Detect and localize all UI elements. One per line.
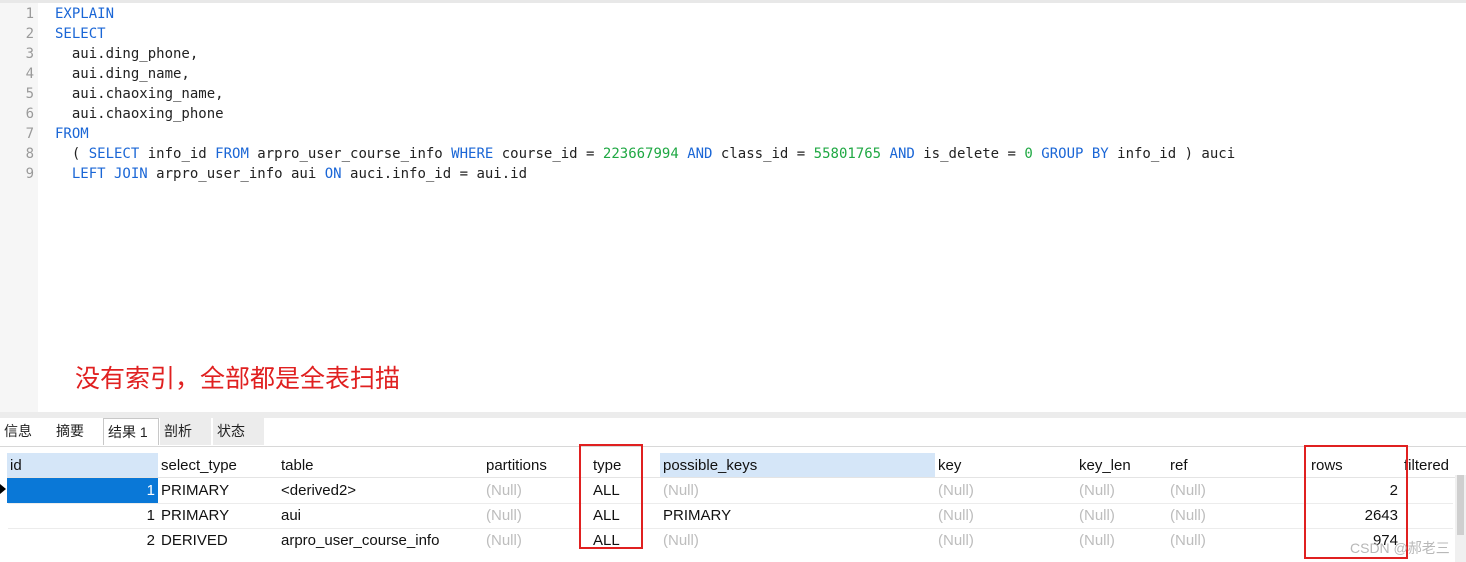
cell-key[interactable]: (Null) <box>935 528 1076 553</box>
result-tab-bar: 信息 摘要 结果 1 剖析 状态 <box>0 418 1466 447</box>
tab-info[interactable]: 信息 <box>0 418 50 445</box>
cell-id[interactable]: 1 <box>7 503 158 528</box>
tab-result-1[interactable]: 结果 1 <box>103 418 159 445</box>
code-line-8: ( SELECT info_id FROM arpro_user_course_… <box>55 144 1235 164</box>
code-line-2: SELECT <box>55 26 106 42</box>
code-line-6: aui.chaoxing_phone <box>55 106 224 122</box>
current-row-indicator-icon <box>0 484 6 494</box>
column-header-select-type[interactable]: select_type <box>158 453 278 478</box>
code-line-4: aui.ding_name, <box>55 66 190 82</box>
cell-key[interactable]: (Null) <box>935 503 1076 528</box>
code-line-7: FROM <box>55 126 89 142</box>
code-line-3: aui.ding_phone, <box>55 46 199 62</box>
code-text: info_id <box>139 146 216 162</box>
number-literal: 55801765 <box>813 146 882 162</box>
cell-key-len[interactable]: (Null) <box>1076 478 1167 503</box>
column-header-possible-keys[interactable]: possible_keys <box>660 453 935 478</box>
line-number: 4 <box>25 66 34 82</box>
column-header-table[interactable]: table <box>278 453 483 478</box>
cell-table[interactable]: <derived2> <box>278 478 483 503</box>
line-number: 6 <box>25 106 34 122</box>
keyword-and: AND <box>687 146 713 162</box>
column-header-id[interactable]: id <box>7 453 158 478</box>
watermark: CSDN @郝老三 <box>1350 540 1450 556</box>
column-header-key[interactable]: key <box>935 453 1076 478</box>
line-number: 7 <box>25 126 34 142</box>
cell-partitions[interactable]: (Null) <box>483 528 590 553</box>
column-header-partitions[interactable]: partitions <box>483 453 590 478</box>
cell-partitions[interactable]: (Null) <box>483 503 590 528</box>
code-line-9: LEFT JOIN arpro_user_info aui ON auci.in… <box>55 164 527 184</box>
cell-ref[interactable]: (Null) <box>1167 528 1308 553</box>
red-annotation: 没有索引，全部都是全表扫描 <box>75 364 401 393</box>
cell-partitions[interactable]: (Null) <box>483 478 590 503</box>
cell-key-len[interactable]: (Null) <box>1076 503 1167 528</box>
code-text: auci.info_id = aui.id <box>341 166 528 182</box>
keyword-group-by: GROUP BY <box>1041 146 1109 162</box>
line-number: 5 <box>25 86 34 102</box>
line-number: 2 <box>25 26 34 42</box>
cell-possible-keys[interactable]: (Null) <box>660 478 935 503</box>
cell-key[interactable]: (Null) <box>935 478 1076 503</box>
scrollbar-thumb[interactable] <box>1457 475 1464 535</box>
line-number: 9 <box>25 166 34 182</box>
keyword-select: SELECT <box>88 146 140 162</box>
line-number: 3 <box>25 46 34 62</box>
line-number: 8 <box>25 146 34 162</box>
cell-possible-keys[interactable]: (Null) <box>660 528 935 553</box>
code-text: ( <box>55 146 89 162</box>
keyword-and: AND <box>889 146 915 162</box>
sql-editor[interactable]: 1 2 3 4 5 6 7 8 9 EXPLAIN SELECT aui.din… <box>0 3 1466 412</box>
tab-summary[interactable]: 摘要 <box>52 418 102 445</box>
number-literal: 223667994 <box>602 146 679 162</box>
tab-profile[interactable]: 剖析 <box>160 418 211 445</box>
cell-id[interactable]: 2 <box>7 528 158 553</box>
keyword-on: ON <box>324 166 342 182</box>
code-text: class_id = <box>712 146 814 162</box>
number-literal: 0 <box>1024 146 1033 162</box>
cell-possible-keys[interactable]: PRIMARY <box>660 503 935 528</box>
code-line-1: EXPLAIN <box>55 6 115 22</box>
keyword-where: WHERE <box>451 146 494 162</box>
keyword-from: FROM <box>215 146 249 162</box>
code-text: arpro_user_info aui <box>147 166 325 182</box>
code-text: course_id = <box>493 146 603 162</box>
column-header-ref[interactable]: ref <box>1167 453 1308 478</box>
cell-ref[interactable]: (Null) <box>1167 478 1308 503</box>
keyword-left-join: LEFT JOIN <box>71 166 148 182</box>
result-grid: id select_type table partitions type pos… <box>0 447 1466 562</box>
cell-ref[interactable]: (Null) <box>1167 503 1308 528</box>
column-header-filtered[interactable]: filtered <box>1401 453 1455 478</box>
code-text: info_id ) auci <box>1108 146 1236 162</box>
line-number-gutter: 1 2 3 4 5 6 7 8 9 <box>0 3 38 412</box>
column-header-key-len[interactable]: key_len <box>1076 453 1167 478</box>
cell-key-len[interactable]: (Null) <box>1076 528 1167 553</box>
code-text: arpro_user_course_info <box>248 146 452 162</box>
cell-table[interactable]: arpro_user_course_info <box>278 528 483 553</box>
tab-status[interactable]: 状态 <box>213 418 264 445</box>
line-number: 1 <box>25 6 34 22</box>
cell-select-type[interactable]: PRIMARY <box>158 478 278 503</box>
type-column-highlight-box <box>579 444 643 549</box>
cell-select-type[interactable]: DERIVED <box>158 528 278 553</box>
cell-id[interactable]: 1 <box>7 478 158 503</box>
code-text: is_delete = <box>914 146 1025 162</box>
cell-table[interactable]: aui <box>278 503 483 528</box>
vertical-scrollbar[interactable] <box>1455 475 1466 562</box>
cell-select-type[interactable]: PRIMARY <box>158 503 278 528</box>
code-line-5: aui.chaoxing_name, <box>55 86 224 102</box>
